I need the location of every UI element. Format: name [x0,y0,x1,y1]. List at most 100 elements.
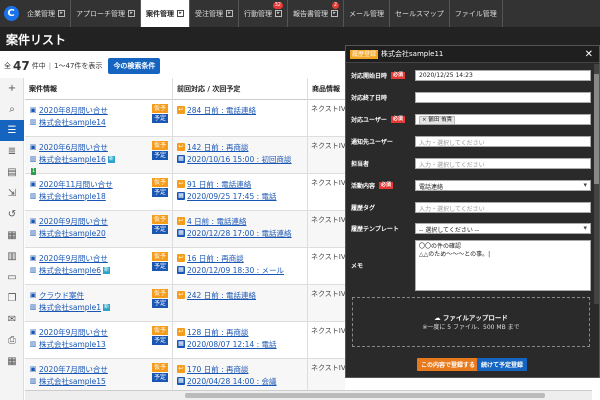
tab-reports[interactable]: 報告書管理 ▸ 2 [288,0,344,27]
tab-company[interactable]: 企業管理 ▸ [22,0,71,27]
export-icon[interactable]: ⇲ [0,183,24,204]
calendar-icon[interactable]: ▦ [0,351,24,372]
activity-select[interactable]: 電話連絡 [415,180,591,191]
company-link[interactable]: 株式会社sample20 [39,228,106,239]
tentative-tag[interactable]: 仮予 [151,326,168,335]
company-link[interactable]: 株式会社sample6 [39,265,101,276]
memo-textarea[interactable]: 〇〇の件の確認 △△のため〜〜〜との事。| [415,240,591,291]
schedule-tag[interactable]: 予定 [151,188,168,197]
history-tag-input[interactable]: 入力・選択してください [415,202,591,213]
tab-mail[interactable]: メール管理 [344,0,390,27]
deal-title-link[interactable]: 2020年8月問い合せ [39,105,108,116]
tab-approach[interactable]: アプローチ管理 ▸ [71,0,141,27]
deal-title-link[interactable]: 2020年11月問い合せ [39,179,113,190]
tentative-tag[interactable]: 仮予 [151,363,168,372]
list-view-icon[interactable]: ☰ [0,120,24,141]
next-plan-link[interactable]: 2020/09/25 17:45 : 電話 [187,191,277,202]
register-and-schedule-button[interactable]: 続けて予定登録 [477,358,528,371]
notify-users-input[interactable]: 入力・選択してください [415,136,591,147]
tentative-tag[interactable]: 仮予 [151,289,168,298]
deal-title-link[interactable]: 2020年9月問い合せ [39,327,108,338]
detail-list-icon[interactable]: ≣ [0,141,24,162]
schedule-tag[interactable]: 予定 [151,225,168,234]
copy-icon[interactable]: ❐ [0,288,24,309]
tentative-tag[interactable]: 仮予 [151,178,168,187]
document-icon[interactable]: ▤ [0,162,24,183]
company-link[interactable]: 株式会社sample14 [39,117,106,128]
tab-files[interactable]: ファイル管理 [450,0,503,27]
tab-label: ファイル管理 [454,9,497,18]
add-icon[interactable]: + [0,78,24,99]
company-link[interactable]: 株式会社sample15 [39,376,106,387]
contact-person-input[interactable]: 入力・選択してください [415,158,591,169]
start-datetime-input[interactable]: 2020/12/25 14:23 [415,70,591,81]
register-button[interactable]: この内容で登録する [417,358,480,371]
template-select[interactable]: -- 選択してください -- [415,223,591,234]
file-icon[interactable]: ▭ [0,267,24,288]
history-icon[interactable]: ↺ [0,204,24,225]
next-plan-link[interactable]: 2020/12/28 17:00 : 電話連絡 [187,228,292,239]
deal-title-link[interactable]: 2020年9月問い合せ [39,216,108,227]
table-row[interactable]: ▣ 2020年9月問い合せ ▥ 株式会社sample13 仮予 予定 ↩ 128 日前 … [25,322,345,359]
last-contact-link[interactable]: 128 日前 : 再商談 [187,327,249,338]
current-conditions-button[interactable]: 今の検索条件 [108,58,161,74]
last-contact-link[interactable]: 170 日前 : 再商談 [187,364,249,375]
last-contact-link[interactable]: 4 日前 : 電話連絡 [187,216,246,227]
users-input[interactable]: × 鶴田 侑貴 [415,114,591,125]
print-icon[interactable]: ⎙ [0,330,24,351]
report-icon[interactable]: ▦ [0,225,24,246]
schedule-tag[interactable]: 予定 [151,151,168,160]
tentative-tag[interactable]: 仮予 [151,215,168,224]
app-logo[interactable]: C [0,0,22,27]
schedule-tag[interactable]: 予定 [151,299,168,308]
scrollbar-thumb[interactable] [594,74,599,184]
horizontal-scrollbar[interactable] [25,390,592,400]
deal-title-link[interactable]: 2020年9月問い合せ [39,253,108,264]
end-datetime-input[interactable] [415,92,591,103]
schedule-tag[interactable]: 予定 [151,262,168,271]
next-plan-link[interactable]: 2020/10/16 15:00 : 初回商談 [187,154,292,165]
table-row[interactable]: ▣ 2020年11月問い合せ ▥ 株式会社sample18 仮予 予定 ↩ 91 日前 … [25,174,345,211]
tentative-tag[interactable]: 仮予 [151,104,168,113]
tab-activities[interactable]: 行動管理 ▸ 32 [239,0,288,27]
chart-icon[interactable]: ▥ [0,246,24,267]
table-row[interactable]: ▣ 2020年9月問い合せ ▥ 株式会社sample20 仮予 予定 ↩ 4 日前 : … [25,211,345,248]
tentative-tag[interactable]: 仮予 [151,141,168,150]
tab-orders[interactable]: 受注管理 ▸ [190,0,239,27]
table-row[interactable]: ▣ 2020年6月問い合せ ▥ 株式会社sample16 新 1 仮予 予定 ↩ 142 … [25,137,345,175]
deal-title-link[interactable]: 2020年7月問い合せ [39,364,108,375]
next-plan-link[interactable]: 2020/12/09 18:30 : メール [187,265,284,276]
deal-title-link[interactable]: 2020年6月問い合せ [39,142,108,153]
modal-scrollbar[interactable] [594,64,599,304]
header-last-next[interactable]: 前回対応 / 次回予定 [173,77,308,100]
tab-sales-map[interactable]: セールスマップ [390,0,450,27]
next-plan-link[interactable]: 2020/08/07 12:14 : 電話 [187,339,277,350]
header-deal-info[interactable]: 案件情報 [25,77,173,100]
table-row[interactable]: ▣ 2020年9月問い合せ ▥ 株式会社sample6 新 仮予 予定 ↩ 16 日前 :… [25,248,345,285]
schedule-tag[interactable]: 予定 [151,114,168,123]
deal-title-link[interactable]: クラウド案件 [39,290,84,301]
close-icon[interactable]: ✕ [585,49,593,60]
scrollbar-thumb[interactable] [185,393,545,398]
search-icon[interactable]: ⌕ [0,99,24,120]
tab-deals[interactable]: 案件管理 ▸ [141,0,190,27]
company-link[interactable]: 株式会社sample13 [39,339,106,350]
company-link[interactable]: 株式会社sample18 [39,191,106,202]
file-upload-dropzone[interactable]: ☁ ファイルアップロード ※一度に 5 ファイル、500 MB まで [352,297,590,347]
last-contact-link[interactable]: 91 日前 : 電話連絡 [187,179,251,190]
header-product[interactable]: 商品情報 [308,78,345,100]
table-row[interactable]: ▣ 2020年8月問い合せ ▥ 株式会社sample14 仮予 予定 ↩ 284 日前 … [25,100,345,137]
user-chip[interactable]: × 鶴田 侑貴 [419,116,456,124]
schedule-tag[interactable]: 予定 [151,373,168,382]
company-link[interactable]: 株式会社sample1 [39,302,101,313]
next-plan-link[interactable]: 2020/04/28 14:00 : 会議 [187,376,277,387]
company-link[interactable]: 株式会社sample16 [39,154,106,165]
table-row[interactable]: ▣ クラウド案件 ▥ 株式会社sample1 新 仮予 予定 ↩ 242 日前 : 電話連… [25,285,345,322]
mail-icon[interactable]: ✉ [0,309,24,330]
last-contact-link[interactable]: 242 日前 : 電話連絡 [187,290,256,301]
schedule-tag[interactable]: 予定 [151,336,168,345]
last-contact-link[interactable]: 284 日前 : 電話連絡 [187,105,256,116]
last-contact-link[interactable]: 16 日前 : 再商談 [187,253,244,264]
tentative-tag[interactable]: 仮予 [151,252,168,261]
last-contact-link[interactable]: 142 日前 : 再商談 [187,142,249,153]
